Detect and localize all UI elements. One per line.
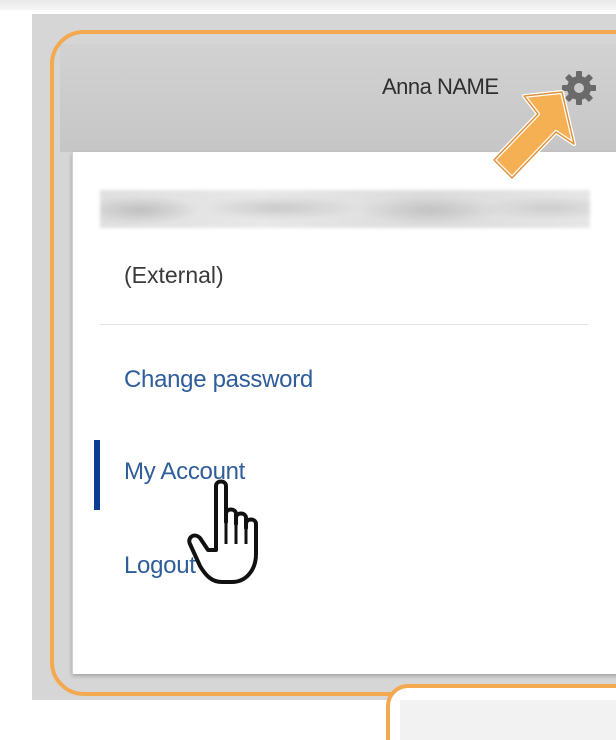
blurred-account-info	[100, 190, 590, 228]
top-strip	[0, 0, 616, 10]
arrow-icon	[492, 90, 576, 180]
menu-divider	[100, 324, 588, 325]
menu-item-logout[interactable]: Logout	[124, 552, 196, 580]
user-dropdown-menu	[72, 152, 616, 674]
secondary-panel	[400, 700, 616, 740]
screenshot-stage: Anna NAME (External) Change password My …	[0, 0, 616, 740]
account-type-label: (External)	[124, 262, 224, 288]
hand-pointer-icon	[187, 479, 258, 584]
menu-item-change-password[interactable]: Change password	[124, 366, 313, 394]
active-item-indicator	[94, 440, 100, 510]
